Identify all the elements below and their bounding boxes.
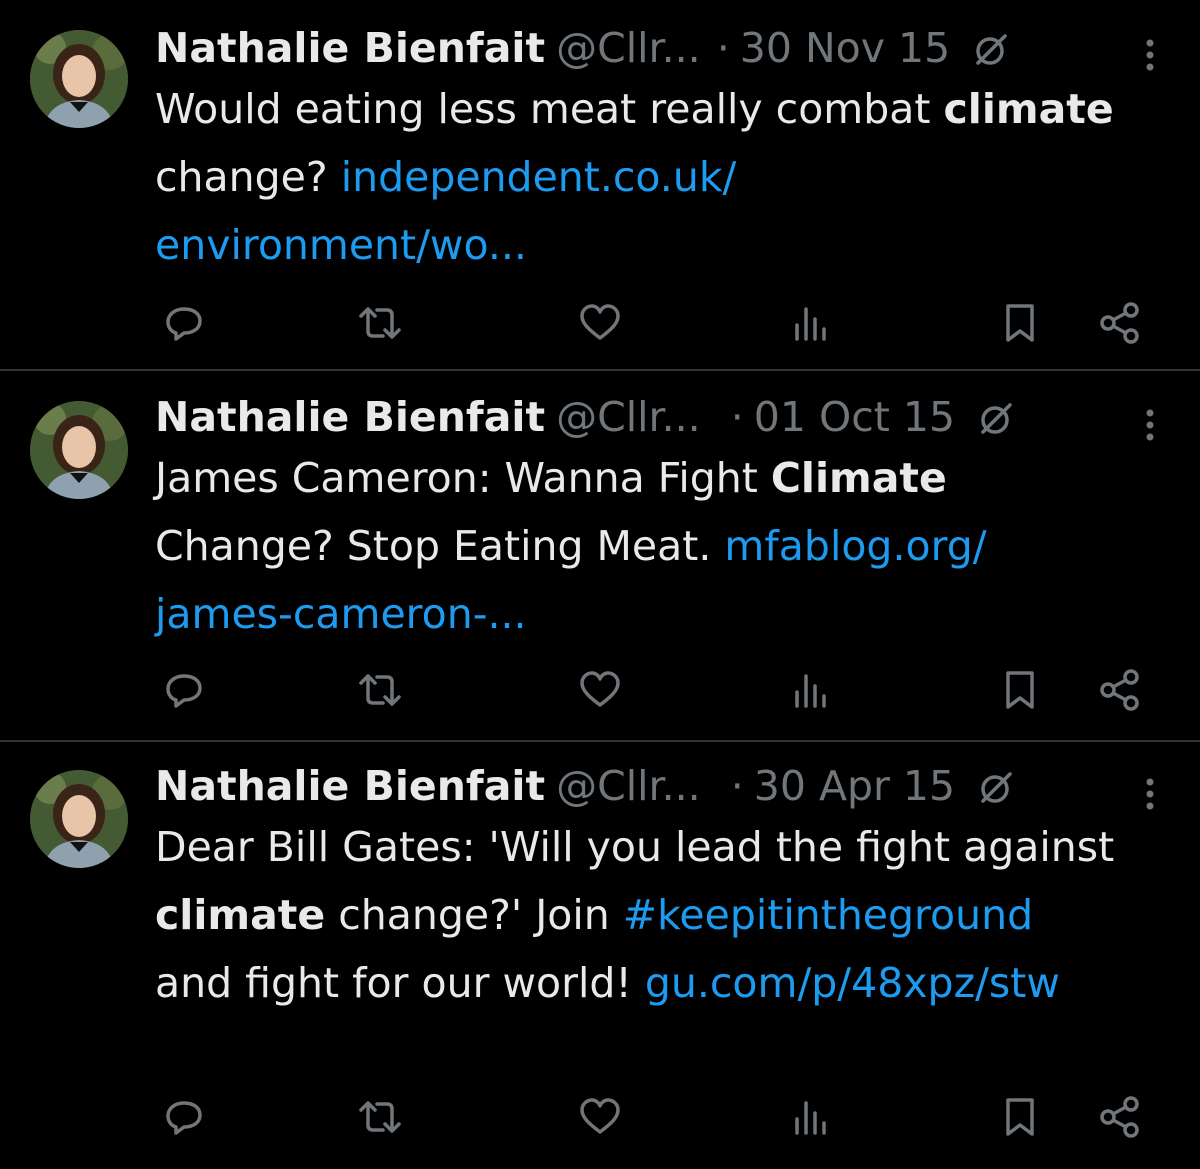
tweet-actions xyxy=(155,298,1145,348)
tweet-date[interactable]: 01 Oct 15 xyxy=(754,391,955,443)
tweet-text-part: Change? Stop Eating Meat. xyxy=(155,522,725,570)
more-icon[interactable] xyxy=(1130,35,1170,75)
tweet-text: James Cameron: Wanna Fight Climate Chang… xyxy=(155,444,1115,648)
like-icon[interactable] xyxy=(575,298,625,348)
author-handle[interactable]: @Cllr... xyxy=(556,391,701,443)
reply-icon[interactable] xyxy=(159,1092,209,1142)
tweet-actions xyxy=(155,1092,1145,1142)
bookmark-icon[interactable] xyxy=(995,1092,1045,1142)
tweet-text-part: James Cameron: Wanna Fight xyxy=(155,454,771,502)
grok-icon[interactable] xyxy=(977,767,1015,805)
highlighted-keyword: climate xyxy=(943,85,1114,133)
avatar[interactable] xyxy=(30,30,128,128)
views-icon[interactable] xyxy=(785,298,835,348)
bookmark-icon[interactable] xyxy=(995,298,1045,348)
share-icon[interactable] xyxy=(1095,665,1145,715)
like-icon[interactable] xyxy=(575,665,625,715)
tweet-text-part: and fight for our world! xyxy=(155,959,645,1007)
tweet-date[interactable]: 30 Apr 15 xyxy=(754,760,955,812)
grok-icon[interactable] xyxy=(972,29,1010,67)
tweet-text: Would eating less meat really combat cli… xyxy=(155,75,1115,279)
retweet-icon[interactable] xyxy=(355,1092,405,1142)
author-handle[interactable]: @Cllr... xyxy=(556,22,701,74)
retweet-icon[interactable] xyxy=(355,298,405,348)
tweet-actions xyxy=(155,665,1145,715)
retweet-icon[interactable] xyxy=(355,665,405,715)
tweet-link[interactable]: gu.com/p/48xpz/stw xyxy=(645,959,1060,1007)
reply-icon[interactable] xyxy=(159,665,209,715)
tweet-text-part: Would eating less meat really combat xyxy=(155,85,944,133)
tweet-feed: Nathalie Bienfait @Cllr... · 30 Nov 15 W… xyxy=(0,0,1200,1169)
tweet[interactable]: Nathalie Bienfait @Cllr... · 30 Apr 15 D… xyxy=(0,742,1200,1169)
separator-dot: · xyxy=(730,393,744,441)
tweet[interactable]: Nathalie Bienfait @Cllr... · 30 Nov 15 W… xyxy=(0,0,1200,371)
share-icon[interactable] xyxy=(1095,1092,1145,1142)
share-icon[interactable] xyxy=(1095,298,1145,348)
author-name[interactable]: Nathalie Bienfait xyxy=(155,22,545,74)
author-name[interactable]: Nathalie Bienfait xyxy=(155,760,545,812)
hashtag-link[interactable]: #keepitintheground xyxy=(623,891,1033,939)
tweet-text: Dear Bill Gates: 'Will you lead the figh… xyxy=(155,813,1115,1017)
highlighted-keyword: climate xyxy=(155,891,326,939)
avatar[interactable] xyxy=(30,401,128,499)
author-handle[interactable]: @Cllr... xyxy=(556,760,701,812)
like-icon[interactable] xyxy=(575,1092,625,1142)
views-icon[interactable] xyxy=(785,665,835,715)
separator-dot: · xyxy=(716,24,730,72)
reply-icon[interactable] xyxy=(159,298,209,348)
avatar[interactable] xyxy=(30,770,128,868)
views-icon[interactable] xyxy=(785,1092,835,1142)
more-icon[interactable] xyxy=(1130,774,1170,814)
separator-dot: · xyxy=(730,762,744,810)
grok-icon[interactable] xyxy=(977,398,1015,436)
tweet[interactable]: Nathalie Bienfait @Cllr... · 01 Oct 15 J… xyxy=(0,371,1200,742)
tweet-text-part: change?' Join xyxy=(325,891,623,939)
highlighted-keyword: Climate xyxy=(770,454,947,502)
author-name[interactable]: Nathalie Bienfait xyxy=(155,391,545,443)
more-icon[interactable] xyxy=(1130,405,1170,445)
tweet-date[interactable]: 30 Nov 15 xyxy=(740,22,950,74)
tweet-text-part: change? xyxy=(155,153,341,201)
bookmark-icon[interactable] xyxy=(995,665,1045,715)
tweet-text-part: Dear Bill Gates: 'Will you lead the figh… xyxy=(155,823,1115,871)
